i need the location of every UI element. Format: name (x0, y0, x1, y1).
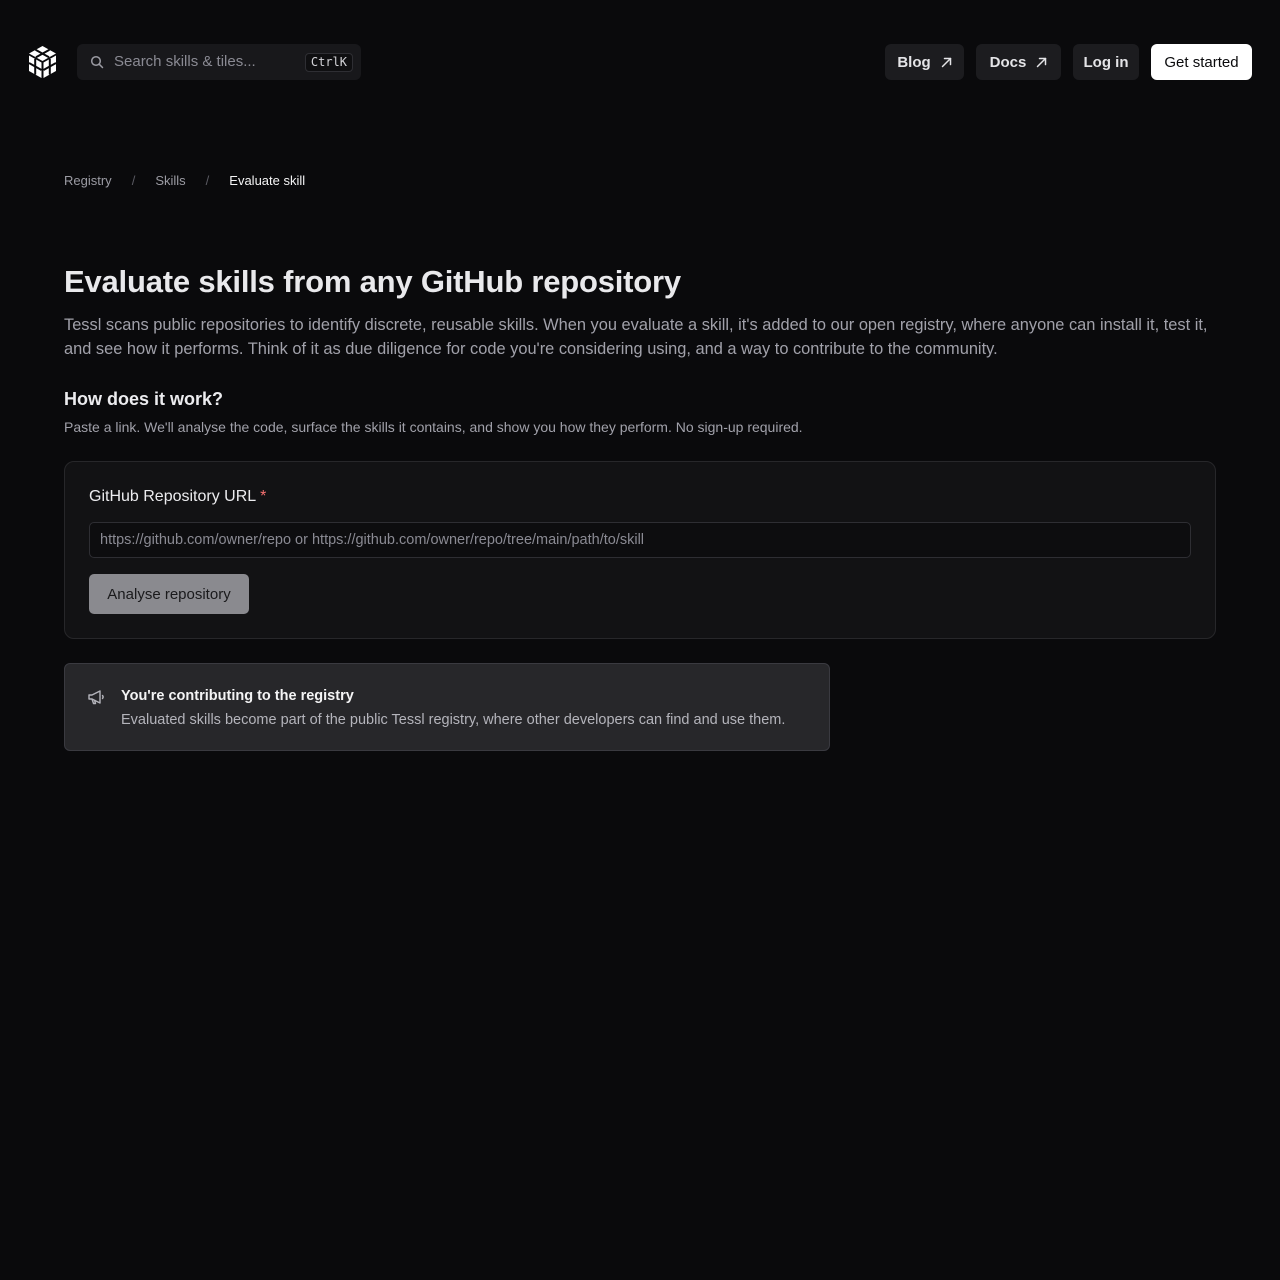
repository-url-input[interactable] (89, 522, 1191, 558)
search-box[interactable]: Search skills & tiles... CtrlK (77, 44, 361, 80)
notice-title: You're contributing to the registry (121, 688, 354, 704)
url-field-label: GitHub Repository URL * (89, 486, 266, 508)
docs-link[interactable]: Docs (976, 44, 1061, 80)
login-label: Log in (1083, 53, 1129, 71)
required-marker: * (260, 488, 267, 505)
tessl-logo-icon[interactable] (27, 45, 58, 79)
blog-label: Blog (897, 53, 931, 71)
get-started-label: Get started (1164, 53, 1239, 71)
page-title: Evaluate skills from any GitHub reposito… (64, 264, 681, 299)
how-it-works-heading: How does it work? (64, 389, 224, 409)
top-navigation: Search skills & tiles... CtrlK Blog Docs… (0, 0, 1280, 124)
contribution-notice: You're contributing to the registry Eval… (64, 663, 830, 751)
search-icon (90, 55, 104, 69)
external-link-arrow-icon (1037, 57, 1047, 67)
breadcrumb-current: Evaluate skill (229, 172, 306, 188)
search-placeholder: Search skills & tiles... (114, 53, 256, 70)
notice-text: Evaluated skills become part of the publ… (121, 712, 786, 728)
breadcrumb-separator: / (131, 172, 136, 188)
analyse-repository-button[interactable]: Analyse repository (89, 574, 249, 614)
breadcrumb-registry[interactable]: Registry (64, 173, 112, 188)
blog-link[interactable]: Blog (885, 44, 964, 80)
url-label-text: GitHub Repository URL (89, 488, 257, 505)
breadcrumb: Registry / Skills / Evaluate skill (64, 171, 305, 189)
docs-label: Docs (989, 53, 1027, 71)
breadcrumb-separator: / (205, 172, 210, 188)
intro-text: Tessl scans public repositories to ident… (64, 316, 1208, 358)
get-started-button[interactable]: Get started (1151, 44, 1252, 80)
login-button[interactable]: Log in (1073, 44, 1139, 80)
megaphone-icon (88, 690, 104, 705)
external-link-arrow-icon (941, 57, 951, 67)
breadcrumb-skills[interactable]: Skills (155, 173, 185, 188)
evaluate-form: GitHub Repository URL* Analyse repositor… (64, 461, 1216, 639)
how-it-works-text: Paste a link. We'll analyse the code, su… (64, 419, 803, 435)
search-shortcut-badge: CtrlK (304, 53, 353, 72)
